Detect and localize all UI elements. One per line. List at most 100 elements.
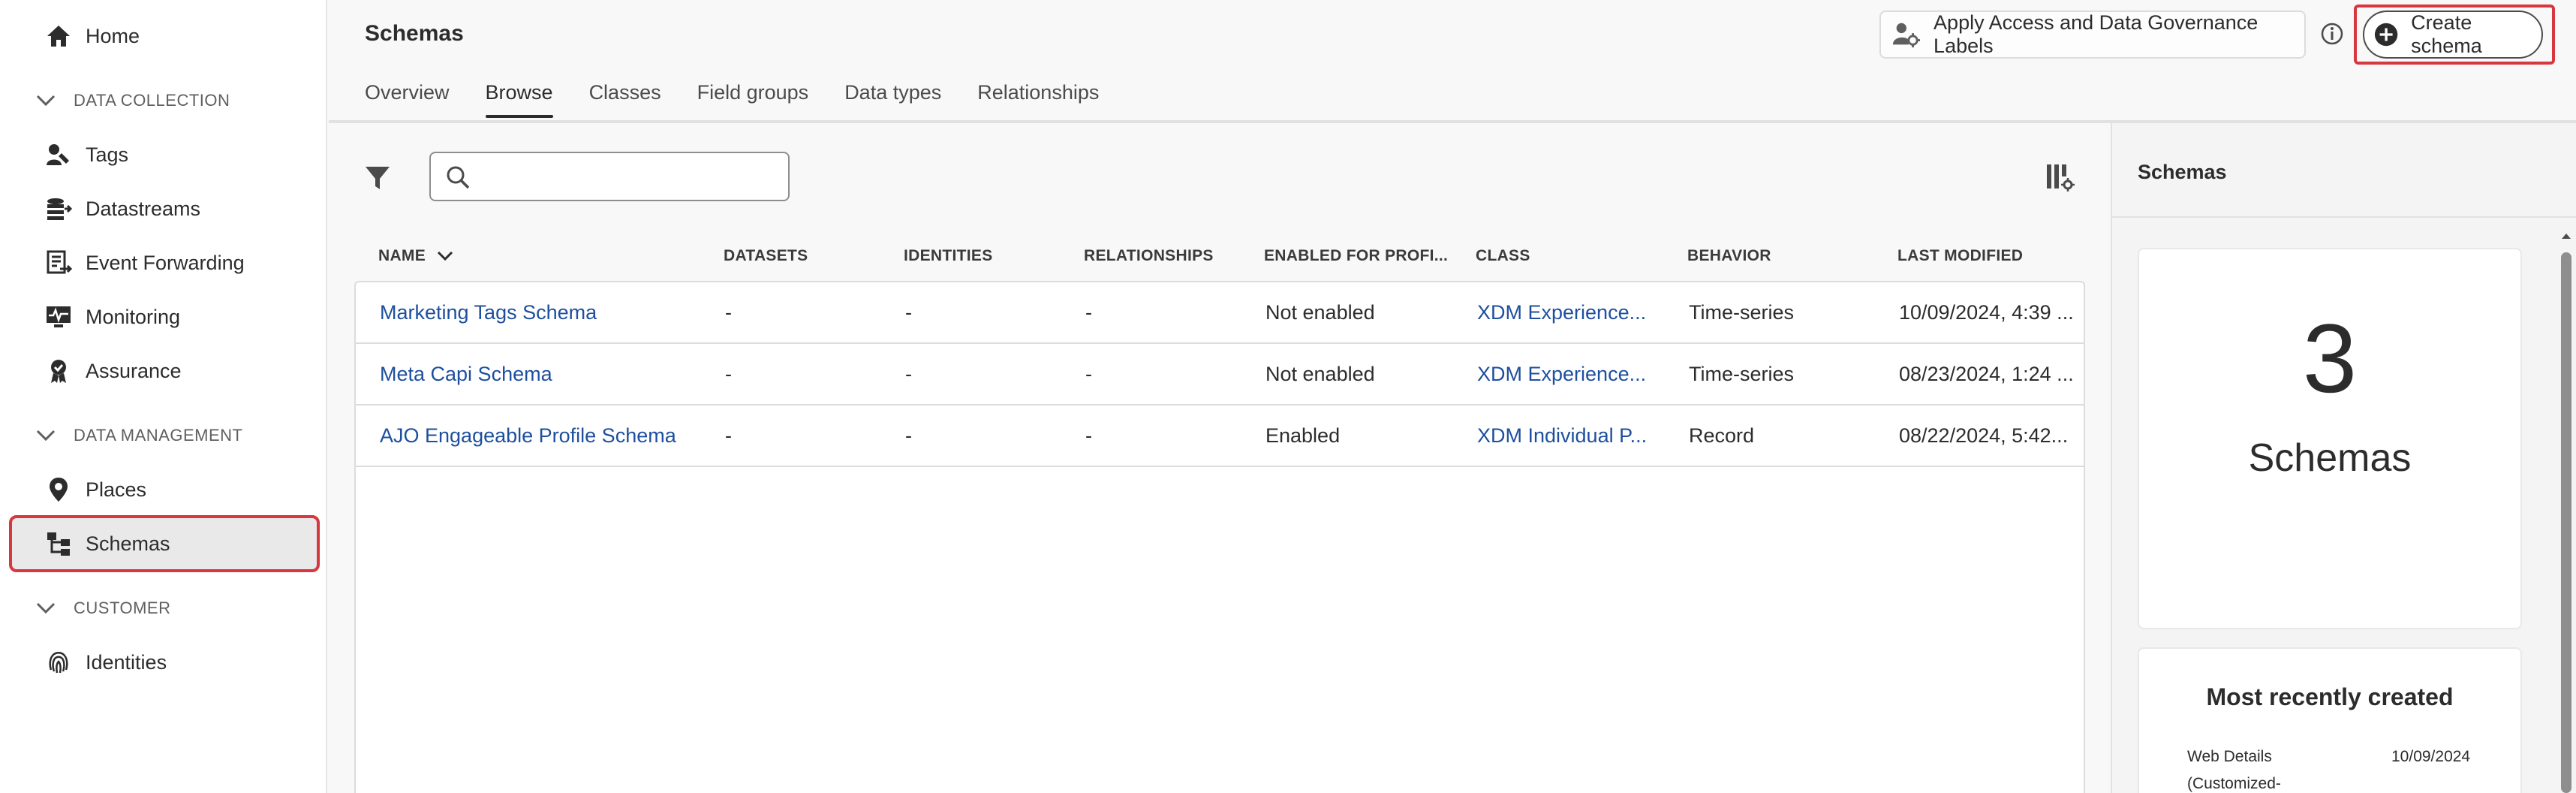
sidebar-item-datastreams[interactable]: Datastreams bbox=[11, 182, 318, 236]
cell-datasets: - bbox=[725, 424, 732, 447]
column-header-name[interactable]: NAME bbox=[378, 237, 456, 275]
sidebar-item-tags[interactable]: Tags bbox=[11, 128, 318, 182]
tab-relationships[interactable]: Relationships bbox=[977, 81, 1099, 118]
column-header-label: NAME bbox=[378, 247, 426, 264]
column-header-behavior[interactable]: BEHAVIOR bbox=[1687, 237, 1771, 275]
panel-scrollbar[interactable] bbox=[2561, 252, 2571, 793]
tab-overview[interactable]: Overview bbox=[365, 81, 450, 118]
table-row[interactable]: Marketing Tags Schema - - - Not enabled … bbox=[356, 282, 2084, 344]
page-title: Schemas bbox=[365, 21, 464, 46]
schema-name-link[interactable]: Meta Capi Schema bbox=[380, 344, 552, 404]
schema-name-link[interactable]: Marketing Tags Schema bbox=[380, 282, 597, 342]
column-header-datasets[interactable]: DATASETS bbox=[724, 237, 808, 275]
cell-last-modified: 08/22/2024, 5:42... bbox=[1899, 424, 2069, 447]
class-link[interactable]: XDM Experience... bbox=[1477, 344, 1646, 404]
sidebar-item-identities[interactable]: Identities bbox=[11, 635, 318, 689]
column-header-relationships[interactable]: RELATIONSHIPS bbox=[1084, 237, 1214, 275]
recent-schema-date: 10/09/2024 bbox=[2391, 748, 2471, 765]
cell-behavior: Time-series bbox=[1689, 300, 1795, 324]
sidebar-item-label: Places bbox=[86, 478, 147, 501]
apply-governance-labels-button[interactable]: Apply Access and Data Governance Labels bbox=[1879, 11, 2306, 59]
cell-enabled-for-profile: Not enabled bbox=[1265, 300, 1375, 324]
section-data-management[interactable]: DATA MANAGEMENT bbox=[33, 421, 242, 451]
cell-identities: - bbox=[905, 362, 912, 385]
section-label: DATA MANAGEMENT bbox=[74, 426, 243, 445]
sidebar-item-event-forwarding[interactable]: Event Forwarding bbox=[11, 236, 318, 290]
search-field[interactable] bbox=[429, 152, 790, 201]
sidebar-item-assurance[interactable]: Assurance bbox=[11, 344, 318, 398]
cell-last-modified: 10/09/2024, 4:39 ... bbox=[1899, 300, 2074, 324]
tab-browse[interactable]: Browse bbox=[485, 81, 553, 118]
cell-relationships: - bbox=[1085, 424, 1092, 447]
cell-relationships: - bbox=[1085, 362, 1092, 385]
sidebar-item-label: Home bbox=[86, 24, 140, 47]
identities-icon bbox=[45, 649, 72, 676]
sidebar-item-label: Identities bbox=[86, 650, 167, 674]
schema-name-link[interactable]: AJO Engageable Profile Schema bbox=[380, 406, 676, 466]
column-header-identities[interactable]: IDENTITIES bbox=[904, 237, 993, 275]
section-label: DATA COLLECTION bbox=[74, 91, 230, 110]
sidebar-item-label: Schemas bbox=[86, 532, 170, 555]
sidebar-item-label: Assurance bbox=[86, 359, 182, 382]
tab-data-types[interactable]: Data types bbox=[844, 81, 941, 118]
places-icon bbox=[45, 476, 72, 503]
column-header-last-modified[interactable]: LAST MODIFIED bbox=[1897, 237, 2023, 275]
scroll-up-icon[interactable] bbox=[2559, 230, 2573, 242]
chevron-down-icon bbox=[36, 95, 56, 107]
details-panel: Schemas 3 Schemas Most recently created … bbox=[2111, 123, 2576, 793]
cell-behavior: Record bbox=[1689, 424, 1755, 447]
sidebar-item-places[interactable]: Places bbox=[11, 463, 318, 517]
class-link[interactable]: XDM Individual P... bbox=[1477, 406, 1647, 466]
chevron-down-icon bbox=[437, 251, 453, 261]
home-icon bbox=[45, 23, 72, 50]
event-forwarding-icon bbox=[45, 249, 72, 276]
schema-count-card: 3 Schemas bbox=[2138, 248, 2522, 629]
monitoring-icon bbox=[45, 303, 72, 330]
search-input[interactable] bbox=[483, 159, 776, 194]
cell-last-modified: 08/23/2024, 1:24 ... bbox=[1899, 362, 2074, 385]
sidebar-item-home[interactable]: Home bbox=[11, 9, 318, 63]
sidebar-item-label: Monitoring bbox=[86, 305, 181, 328]
sidebar-item-label: Tags bbox=[86, 143, 129, 166]
class-link[interactable]: XDM Experience... bbox=[1477, 282, 1646, 342]
table-row[interactable]: Meta Capi Schema - - - Not enabled XDM E… bbox=[356, 344, 2084, 406]
sidebar-item-monitoring[interactable]: Monitoring bbox=[11, 290, 318, 344]
section-label: CUSTOMER bbox=[74, 599, 171, 617]
schemas-icon bbox=[45, 530, 72, 557]
schema-count: 3 bbox=[2302, 303, 2358, 413]
recent-schemas-card: Most recently created Web Details (Custo… bbox=[2138, 647, 2522, 793]
column-header-enabled-for-profile[interactable]: ENABLED FOR PROFI... bbox=[1264, 237, 1448, 275]
cell-identities: - bbox=[905, 424, 912, 447]
left-sidebar: Home DATA COLLECTION Tags Datastreams Ev… bbox=[0, 0, 327, 793]
add-circle-icon bbox=[2374, 23, 2398, 47]
schemas-table: Marketing Tags Schema - - - Not enabled … bbox=[354, 281, 2085, 793]
chevron-down-icon bbox=[36, 430, 56, 442]
cell-datasets: - bbox=[725, 300, 732, 324]
cell-relationships: - bbox=[1085, 300, 1092, 324]
tab-field-groups[interactable]: Field groups bbox=[697, 81, 809, 118]
recent-title: Most recently created bbox=[2206, 683, 2454, 710]
info-icon[interactable] bbox=[2319, 21, 2345, 47]
section-customer[interactable]: CUSTOMER bbox=[33, 593, 171, 623]
datastreams-icon bbox=[45, 195, 72, 222]
column-settings-icon[interactable] bbox=[2045, 162, 2075, 192]
filter-icon[interactable] bbox=[363, 164, 392, 192]
cell-behavior: Time-series bbox=[1689, 362, 1795, 385]
panel-divider bbox=[2112, 216, 2576, 218]
column-header-class[interactable]: CLASS bbox=[1476, 237, 1530, 275]
sidebar-item-schemas[interactable]: Schemas bbox=[9, 515, 320, 572]
tab-bar: Overview Browse Classes Field groups Dat… bbox=[365, 81, 1099, 118]
cell-datasets: - bbox=[725, 362, 732, 385]
create-schema-label: Create schema bbox=[2411, 11, 2482, 57]
section-data-collection[interactable]: DATA COLLECTION bbox=[33, 86, 230, 116]
create-schema-button[interactable]: Create schema bbox=[2363, 11, 2543, 59]
tab-classes[interactable]: Classes bbox=[589, 81, 661, 118]
assurance-icon bbox=[45, 357, 72, 384]
apply-governance-labels-label: Apply Access and Data Governance Labels bbox=[1934, 11, 2259, 57]
search-icon bbox=[447, 166, 470, 189]
panel-title: Schemas bbox=[2138, 161, 2227, 183]
tags-icon bbox=[45, 141, 72, 168]
recent-schema-name[interactable]: Web Details (Customized- bbox=[2187, 743, 2352, 793]
table-row[interactable]: AJO Engageable Profile Schema - - - Enab… bbox=[356, 406, 2084, 467]
cell-enabled-for-profile: Not enabled bbox=[1265, 362, 1375, 385]
